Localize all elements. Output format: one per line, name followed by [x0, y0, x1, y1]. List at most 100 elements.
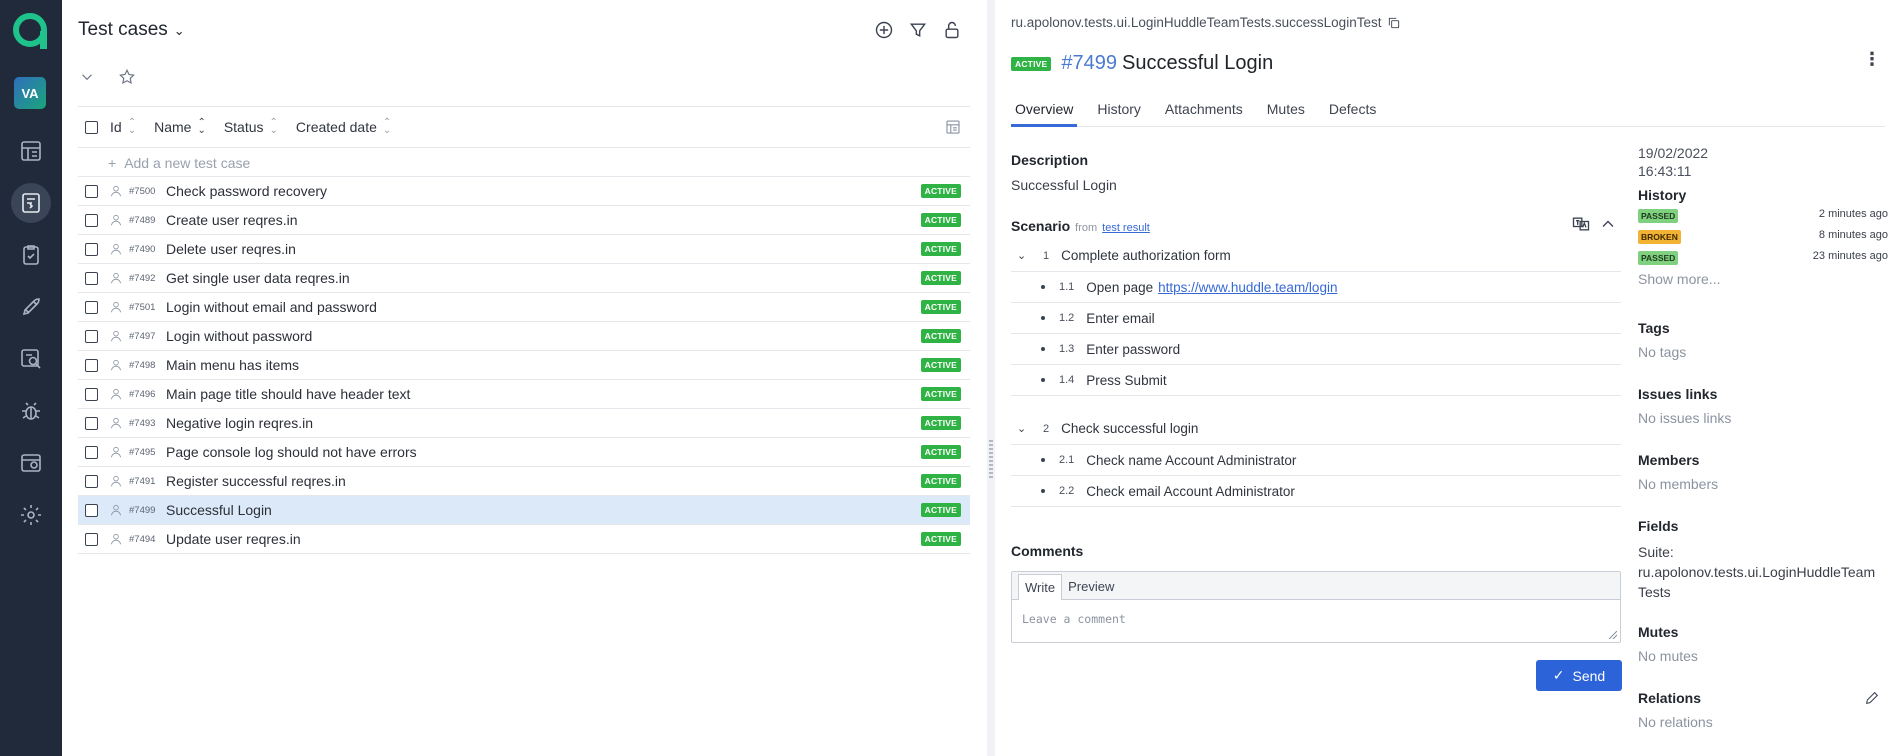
test-cases-nav-button[interactable]	[11, 183, 51, 223]
row-checkbox[interactable]	[85, 416, 98, 430]
drag-handle-icon[interactable]	[989, 440, 993, 480]
row-checkbox[interactable]	[85, 242, 98, 256]
scenario-step[interactable]: ⌄ 1 Complete authorization form	[1011, 240, 1621, 272]
comment-input[interactable]: Leave a comment	[1022, 612, 1126, 626]
test-cases-icon	[22, 193, 40, 213]
star-icon[interactable]	[118, 68, 136, 86]
status-badge: ACTIVE	[920, 184, 961, 198]
row-checkbox[interactable]	[85, 329, 98, 343]
history-time: 23 minutes ago	[1812, 250, 1888, 262]
row-checkbox[interactable]	[85, 474, 98, 488]
table-row[interactable]: #7500 Check password recovery ACTIVE	[78, 177, 970, 206]
table-row[interactable]: #7494 Update user reqres.in ACTIVE	[78, 525, 970, 554]
table-row[interactable]: #7497 Login without password ACTIVE	[78, 322, 970, 351]
table-row[interactable]: #7490 Delete user reqres.in ACTIVE	[78, 235, 970, 264]
row-checkbox[interactable]	[85, 445, 98, 459]
row-checkbox[interactable]	[85, 213, 98, 227]
row-checkbox[interactable]	[85, 184, 98, 198]
pane-splitter[interactable]	[987, 0, 995, 756]
show-more-link[interactable]: Show more...	[1638, 271, 1888, 287]
table-row[interactable]: #7498 Main menu has items ACTIVE	[78, 351, 970, 380]
table-row[interactable]: #7499 Successful Login ACTIVE	[78, 496, 970, 525]
edit-relations-button[interactable]	[1864, 690, 1880, 706]
history-item[interactable]: PASSED 2 minutes ago	[1638, 206, 1888, 227]
defects-nav-button[interactable]	[11, 391, 51, 431]
manual-user-icon	[109, 474, 123, 488]
analytics-nav-button[interactable]	[11, 339, 51, 379]
status-badge: ACTIVE	[920, 474, 961, 488]
select-all-checkbox[interactable]	[85, 120, 98, 134]
step-number: 1.1	[1059, 281, 1075, 293]
collapse-chevron-icon[interactable]	[78, 68, 96, 86]
column-name[interactable]: Name ⌃ ⌄	[154, 118, 206, 136]
settings-nav-button[interactable]	[11, 495, 51, 535]
row-id: #7499	[129, 504, 156, 516]
more-menu-icon[interactable]: ⋮	[1863, 50, 1881, 68]
chevron-down-icon[interactable]: ⌄	[1017, 249, 1031, 262]
tags-value: No tags	[1638, 344, 1687, 360]
add-test-case-row[interactable]: + Add a new test case	[78, 149, 970, 177]
row-name: Delete user reqres.in	[166, 241, 296, 257]
copy-icon[interactable]	[1387, 16, 1401, 30]
tab-defects[interactable]: Defects	[1325, 97, 1380, 127]
collapse-scenario-button[interactable]	[1598, 214, 1618, 234]
row-checkbox[interactable]	[85, 358, 98, 372]
status-badge: ACTIVE	[920, 242, 961, 256]
table-settings-icon[interactable]	[944, 118, 962, 136]
status-badge: ACTIVE	[920, 358, 961, 372]
step-text: Check name Account Administrator	[1086, 452, 1297, 468]
table-row[interactable]: #7491 Register successful reqres.in ACTIVE	[78, 467, 970, 496]
history-item[interactable]: PASSED 23 minutes ago	[1638, 248, 1888, 269]
manual-user-icon	[109, 503, 123, 517]
table-row[interactable]: #7492 Get single user data reqres.in ACTIV…	[78, 264, 970, 293]
table-row[interactable]: #7496 Main page title should have header …	[78, 380, 970, 409]
description-label: Description	[1011, 152, 1089, 168]
translate-button[interactable]	[1571, 214, 1591, 234]
launches-nav-button[interactable]	[11, 287, 51, 327]
history-item[interactable]: BROKEN 8 minutes ago	[1638, 227, 1888, 248]
chevron-up-icon	[1602, 220, 1614, 227]
table-row[interactable]: #7489 Create user reqres.in ACTIVE	[78, 206, 970, 235]
allure-logo-icon[interactable]	[13, 13, 47, 49]
column-created-date[interactable]: Created date ⌃ ⌄	[296, 118, 391, 136]
row-checkbox[interactable]	[85, 503, 98, 517]
table-row[interactable]: #7495 Page console log should not have er…	[78, 438, 970, 467]
status-badge: ACTIVE	[920, 445, 961, 459]
tags-label: Tags	[1638, 320, 1670, 336]
column-id[interactable]: Id ⌃ ⌄	[110, 118, 136, 136]
row-checkbox[interactable]	[85, 300, 98, 314]
dashboard-nav-button[interactable]	[11, 131, 51, 171]
row-checkbox[interactable]	[85, 532, 98, 546]
send-button[interactable]: ✓ Send	[1536, 660, 1622, 691]
tab-attachments[interactable]: Attachments	[1161, 97, 1247, 127]
add-test-case-button[interactable]	[872, 18, 896, 42]
resize-handle-icon[interactable]	[1609, 631, 1617, 639]
row-checkbox[interactable]	[85, 387, 98, 401]
bullet-icon	[1041, 316, 1045, 320]
tab-overview[interactable]: Overview	[1011, 97, 1078, 127]
list-title-dropdown[interactable]: Test cases ⌄	[78, 18, 185, 42]
row-checkbox[interactable]	[85, 271, 98, 285]
table-row[interactable]: #7501 Login without email and password ACT…	[78, 293, 970, 322]
tab-history[interactable]: History	[1093, 97, 1145, 127]
manual-user-icon	[109, 300, 123, 314]
test-plans-nav-button[interactable]	[11, 235, 51, 275]
unlock-button[interactable]	[940, 18, 964, 42]
step-number: 2	[1043, 422, 1050, 435]
user-avatar[interactable]: VA	[14, 77, 46, 109]
tab-mutes[interactable]: Mutes	[1263, 97, 1309, 127]
members-section: Members No members	[1638, 452, 1718, 492]
scenario-step[interactable]: ⌄ 2 Check successful login	[1011, 413, 1621, 445]
step-link[interactable]: https://www.huddle.team/login	[1158, 280, 1337, 295]
editor-tabs: Write Preview	[1012, 572, 1620, 600]
scenario-source-link[interactable]: test result	[1102, 222, 1150, 234]
tab-write[interactable]: Write	[1018, 574, 1063, 600]
tab-preview[interactable]: Preview	[1062, 574, 1120, 599]
chevron-down-icon[interactable]: ⌄	[1017, 422, 1031, 435]
created-date: 19/02/2022	[1638, 145, 1709, 161]
filter-button[interactable]	[906, 18, 930, 42]
jobs-nav-button[interactable]	[11, 443, 51, 483]
table-row[interactable]: #7493 Negative login reqres.in ACTIVE	[78, 409, 970, 438]
status-badge: ACTIVE	[920, 329, 961, 343]
column-status[interactable]: Status ⌃ ⌄	[224, 118, 278, 136]
